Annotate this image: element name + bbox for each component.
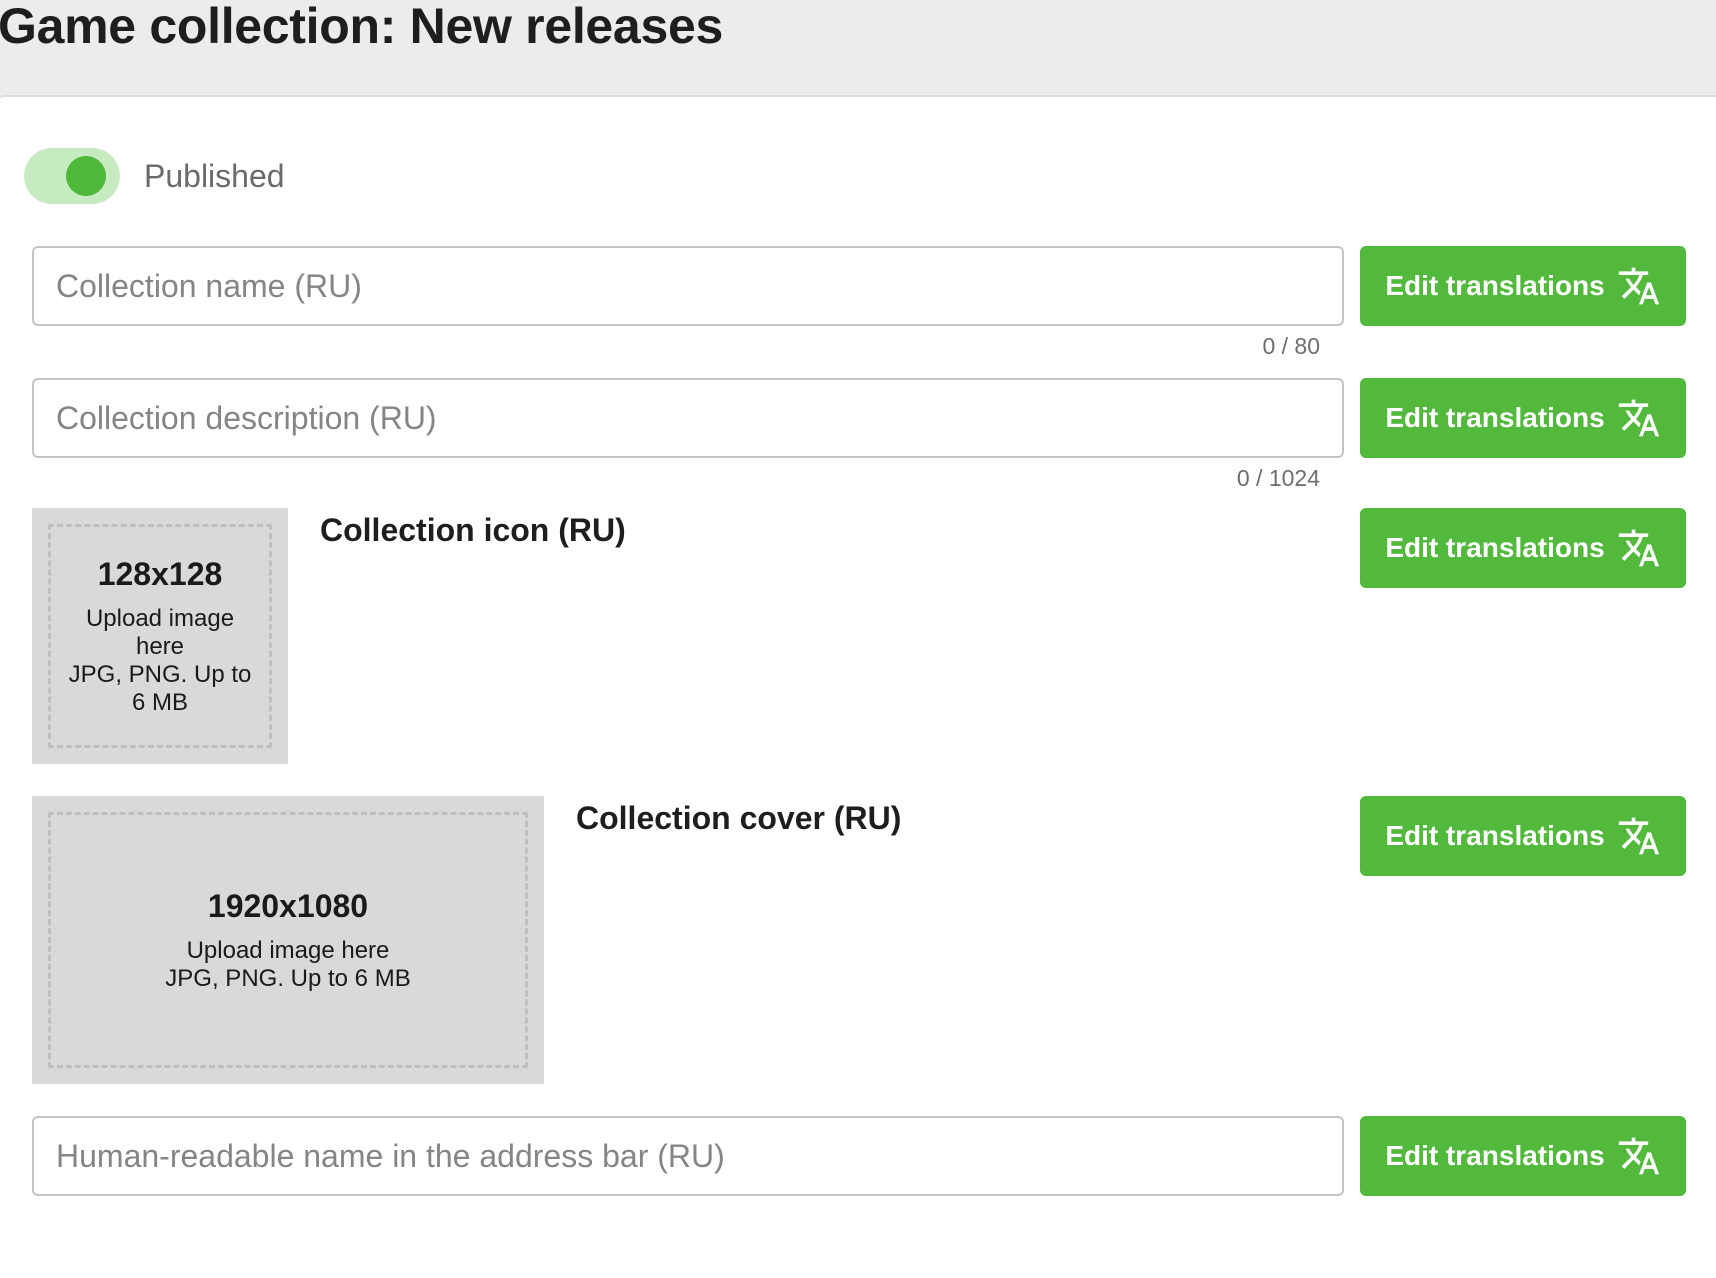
collection-name-input[interactable] xyxy=(32,246,1344,326)
icon-upload-zone[interactable]: 128x128 Upload image here JPG, PNG. Up t… xyxy=(32,508,288,764)
collection-icon-label: Collection icon (RU) xyxy=(320,512,626,548)
edit-translations-name-button[interactable]: Edit translations xyxy=(1360,246,1686,326)
slug-input[interactable] xyxy=(32,1116,1344,1196)
edit-translations-description-button[interactable]: Edit translations xyxy=(1360,378,1686,458)
toggle-knob xyxy=(66,156,106,196)
published-label: Published xyxy=(144,158,285,194)
translate-icon xyxy=(1617,526,1661,570)
translate-icon xyxy=(1617,1134,1661,1178)
cover-upload-text: Upload image here xyxy=(186,937,390,964)
edit-translations-label: Edit translations xyxy=(1385,402,1605,433)
icon-upload-text: Upload image here xyxy=(85,605,235,660)
edit-translations-label: Edit translations xyxy=(1385,820,1605,851)
icon-formats-text: JPG, PNG. Up to 6 MB xyxy=(68,661,252,716)
edit-translations-cover-button[interactable]: Edit translations xyxy=(1360,796,1686,876)
page-header: Game collection: New releases xyxy=(0,0,1716,95)
edit-translations-label: Edit translations xyxy=(1385,1140,1605,1171)
collection-description-input[interactable] xyxy=(32,378,1344,458)
cover-upload-dropzone: 1920x1080 Upload image here JPG, PNG. Up… xyxy=(48,812,528,1068)
translate-icon xyxy=(1617,814,1661,858)
published-toggle[interactable] xyxy=(24,148,120,204)
icon-upload-dropzone: 128x128 Upload image here JPG, PNG. Up t… xyxy=(48,524,272,748)
translate-icon xyxy=(1617,264,1661,308)
edit-translations-icon-button[interactable]: Edit translations xyxy=(1360,508,1686,588)
edit-translations-label: Edit translations xyxy=(1385,532,1605,563)
edit-translations-label: Edit translations xyxy=(1385,270,1605,301)
cover-size-label: 1920x1080 xyxy=(207,888,369,924)
collection-name-counter: 0 / 80 xyxy=(1262,333,1320,359)
page-title: Game collection: New releases xyxy=(0,0,723,54)
cover-upload-zone[interactable]: 1920x1080 Upload image here JPG, PNG. Up… xyxy=(32,796,544,1084)
edit-translations-slug-button[interactable]: Edit translations xyxy=(1360,1116,1686,1196)
collection-description-counter: 0 / 1024 xyxy=(1236,465,1320,491)
cover-formats-text: JPG, PNG. Up to 6 MB xyxy=(165,965,411,992)
collection-cover-label: Collection cover (RU) xyxy=(576,800,902,836)
translate-icon xyxy=(1617,396,1661,440)
icon-size-label: 128x128 xyxy=(97,556,223,592)
